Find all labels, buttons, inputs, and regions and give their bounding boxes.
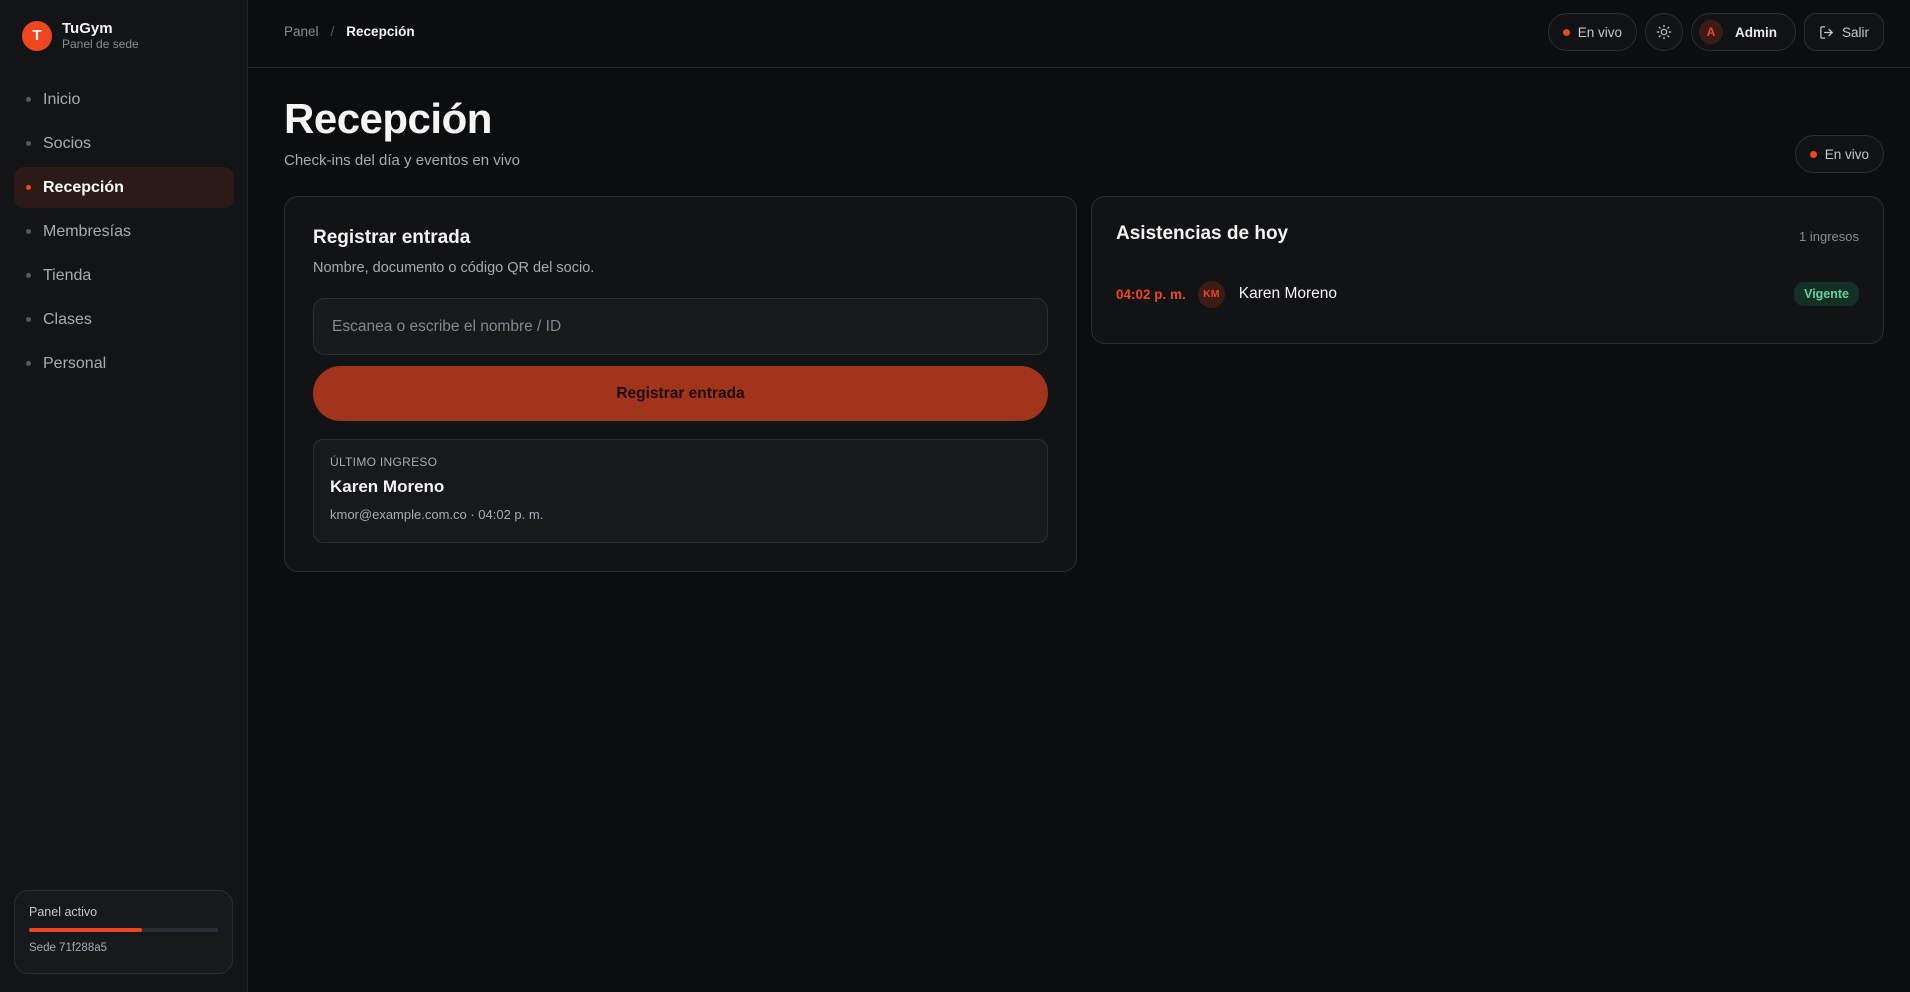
- attendance-count: 1 ingresos: [1799, 229, 1859, 244]
- status-progress-fill: [29, 928, 143, 932]
- bullet-icon: [26, 97, 31, 102]
- theme-toggle-button[interactable]: [1644, 13, 1683, 51]
- sidebar-nav: Inicio Socios Recepción Membresías Tiend…: [14, 79, 234, 387]
- sidebar-item-label: Membresías: [43, 222, 132, 240]
- bullet-icon: [26, 229, 31, 234]
- sidebar-item-inicio[interactable]: Inicio: [14, 79, 234, 120]
- bullet-icon: [26, 361, 31, 366]
- logout-button[interactable]: Salir: [1803, 13, 1884, 51]
- breadcrumb-root[interactable]: Panel: [284, 24, 319, 39]
- sidebar-item-label: Inicio: [43, 90, 81, 108]
- brand-subtitle: Panel de sede: [62, 37, 139, 51]
- last-entry-name: Karen Moreno: [330, 477, 445, 496]
- brand-logo: T: [22, 20, 52, 51]
- sidebar-item-label: Socios: [43, 134, 92, 152]
- checkin-subtitle: Nombre, documento o código QR del socio.: [313, 260, 595, 276]
- top-actions: En vivo A Admin Salir: [1547, 13, 1884, 51]
- checkin-card: Registrar entrada Nombre, documento o có…: [284, 196, 1077, 572]
- live-dot-icon: [1809, 150, 1817, 158]
- status-card-title: Panel activo: [29, 905, 98, 919]
- avatar: KM: [1197, 280, 1225, 308]
- avatar: A: [1698, 20, 1723, 44]
- live-dot-icon: [1562, 28, 1570, 36]
- last-entry-meta: kmor@example.com.co · 04:02 p. m.: [330, 507, 544, 522]
- sidebar-item-label: Personal: [43, 354, 107, 372]
- user-menu-button[interactable]: A Admin: [1690, 13, 1796, 51]
- live-status-pill: En vivo: [1547, 13, 1637, 51]
- status-card-subtitle: Sede 71f288a5: [29, 942, 108, 954]
- bullet-icon: [26, 185, 31, 190]
- list-item[interactable]: 04:02 p. m. KM Karen Moreno Vigente: [1116, 279, 1859, 309]
- breadcrumb: Panel / Recepción: [284, 24, 415, 39]
- sidebar-item-clases[interactable]: Clases: [14, 299, 234, 340]
- bullet-icon: [26, 273, 31, 278]
- bullet-icon: [26, 141, 31, 146]
- sidebar-item-label: Tienda: [43, 266, 92, 284]
- sidebar-item-personal[interactable]: Personal: [14, 343, 234, 384]
- last-entry-label: ÚLTIMO INGRESO: [330, 455, 438, 469]
- attendance-member-name: Karen Moreno: [1238, 285, 1338, 302]
- last-entry-box: ÚLTIMO INGRESO Karen Moreno kmor@example…: [313, 439, 1048, 543]
- live-status-label: En vivo: [1577, 24, 1622, 40]
- live-status-pill: En vivo: [1794, 135, 1884, 173]
- logout-label: Salir: [1841, 24, 1869, 40]
- attendance-time: 04:02 p. m.: [1116, 286, 1186, 302]
- bullet-icon: [26, 317, 31, 322]
- page-title: Recepción: [284, 95, 492, 142]
- brand[interactable]: T TuGym Panel de sede: [22, 20, 139, 51]
- sidebar-item-tienda[interactable]: Tienda: [14, 255, 234, 296]
- sun-icon: [1656, 24, 1672, 40]
- status-progress-bar: [29, 928, 218, 932]
- user-name: Admin: [1734, 24, 1777, 40]
- sidebar: T TuGym Panel de sede Inicio Socios Rece…: [0, 0, 248, 992]
- breadcrumb-separator: /: [330, 24, 335, 39]
- page-subtitle: Check-ins del día y eventos en vivo: [284, 152, 520, 169]
- sidebar-item-socios[interactable]: Socios: [14, 123, 234, 164]
- sidebar-item-membresias[interactable]: Membresías: [14, 211, 234, 252]
- attendance-card: Asistencias de hoy 1 ingresos 04:02 p. m…: [1091, 196, 1884, 344]
- checkin-title: Registrar entrada: [313, 227, 471, 248]
- sidebar-item-recepcion[interactable]: Recepción: [14, 167, 234, 208]
- live-status-label: En vivo: [1824, 146, 1869, 162]
- breadcrumb-current: Recepción: [346, 24, 415, 39]
- status-badge: Vigente: [1794, 282, 1859, 306]
- logout-icon: [1820, 25, 1833, 39]
- attendance-title: Asistencias de hoy: [1116, 223, 1289, 244]
- status-card: Panel activo Sede 71f288a5: [14, 890, 233, 974]
- brand-name: TuGym: [62, 20, 113, 37]
- sidebar-item-label: Clases: [43, 310, 92, 328]
- register-entry-button[interactable]: Registrar entrada: [313, 366, 1048, 421]
- member-search-input[interactable]: [313, 298, 1048, 355]
- topbar: Panel / Recepción En vivo A Admin Salir: [248, 0, 1910, 68]
- sidebar-item-label: Recepción: [43, 178, 124, 196]
